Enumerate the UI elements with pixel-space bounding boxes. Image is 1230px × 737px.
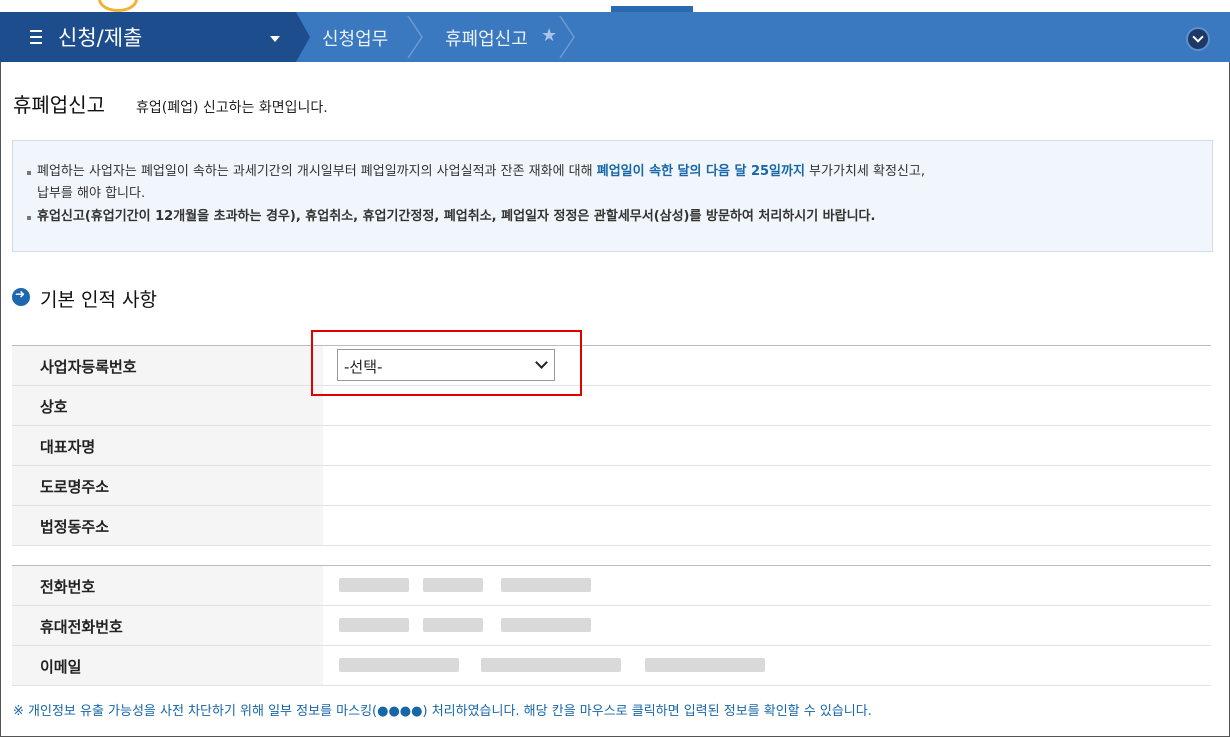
notice-text: 폐업하는 사업자는 폐업일이 속하는 과세기간의 개시일부터 폐업일까지의 사업…	[37, 164, 597, 179]
breadcrumb-apply-work[interactable]: 신청업무	[322, 25, 388, 51]
section-title: 기본 인적 사항	[40, 289, 157, 311]
label-cell: 상호	[12, 386, 323, 425]
notice-line-3: 휴업신고(휴업기간이 12개월을 초과하는 경우), 휴업취소, 휴업기간정정,…	[37, 209, 876, 224]
masked-value	[339, 578, 409, 592]
notice-text: 부가가치세 확정신고,	[804, 164, 925, 179]
table-row: 휴대전화번호	[12, 606, 1211, 646]
value-cell	[323, 506, 1211, 545]
masked-value	[423, 578, 483, 592]
table-row: 전화번호	[12, 566, 1211, 606]
masked-value	[501, 618, 591, 632]
masked-value	[423, 618, 483, 632]
nav-arrow	[296, 12, 310, 62]
masked-value	[339, 618, 409, 632]
label-cell: 대표자명	[12, 426, 323, 465]
page-description: 휴업(폐업) 신고하는 화면입니다.	[136, 100, 328, 116]
company-name-label: 상호	[40, 398, 68, 416]
email-value[interactable]	[323, 646, 1211, 685]
page-title: 휴폐업신고	[13, 93, 105, 117]
caret-down-icon[interactable]	[270, 36, 280, 42]
mobile-label: 휴대전화번호	[40, 618, 123, 636]
contact-info-table: 전화번호 휴대전화번호 이메일	[12, 565, 1211, 686]
phone-value[interactable]	[323, 566, 1211, 605]
masked-value	[645, 658, 765, 672]
masking-footnote: ※ 개인정보 유출 가능성을 사전 차단하기 위해 일부 정보를 마스킹(●●●…	[13, 704, 872, 719]
road-address-label: 도로명주소	[40, 478, 110, 496]
label-cell: 법정동주소	[12, 506, 323, 545]
label-cell: 사업자등록번호	[12, 346, 323, 385]
notice-box: 폐업하는 사업자는 폐업일이 속하는 과세기간의 개시일부터 폐업일까지의 사업…	[12, 140, 1213, 252]
basic-info-table: 사업자등록번호 상호 대표자명 도로명주소 법정동주소	[12, 345, 1211, 546]
navigation-bar: 신청/제출 신청업무 휴폐업신고 ★	[0, 12, 1230, 62]
label-cell: 이메일	[12, 646, 323, 685]
bullet-icon	[27, 171, 31, 175]
email-label: 이메일	[40, 658, 82, 676]
notice-line-2: 납부를 해야 합니다.	[37, 186, 146, 201]
breadcrumb-separator-icon	[407, 16, 423, 58]
notice-line-1: 폐업하는 사업자는 폐업일이 속하는 과세기간의 개시일부터 폐업일까지의 사업…	[37, 161, 925, 183]
legal-address-label: 법정동주소	[40, 518, 110, 536]
logo-icon	[98, 0, 138, 12]
table-row: 상호	[12, 386, 1211, 426]
table-row: 도로명주소	[12, 466, 1211, 506]
value-cell	[323, 466, 1211, 505]
masked-value	[501, 578, 591, 592]
collapse-icon[interactable]	[1188, 29, 1208, 49]
label-cell: 도로명주소	[12, 466, 323, 505]
top-strip	[0, 0, 1230, 12]
value-cell	[323, 426, 1211, 465]
menu-dropdown[interactable]: 신청/제출	[0, 12, 310, 62]
business-number-label: 사업자등록번호	[40, 358, 137, 376]
table-row: 이메일	[12, 646, 1211, 686]
label-cell: 휴대전화번호	[12, 606, 323, 645]
nav-title: 신청/제출	[58, 26, 143, 50]
arrow-circle-icon	[12, 287, 30, 306]
breadcrumb-separator-icon	[559, 16, 575, 58]
bullet-icon	[27, 216, 31, 220]
phone-label: 전화번호	[40, 578, 96, 596]
label-cell: 전화번호	[12, 566, 323, 605]
masked-value	[481, 658, 621, 672]
favorite-star-icon[interactable]: ★	[541, 25, 557, 46]
table-row: 법정동주소	[12, 506, 1211, 546]
representative-label: 대표자명	[40, 438, 96, 456]
breadcrumb-closure-report[interactable]: 휴폐업신고	[445, 25, 528, 51]
table-row: 대표자명	[12, 426, 1211, 466]
mobile-value[interactable]	[323, 606, 1211, 645]
notice-highlight: 폐업일이 속한 달의 다음 달 25일까지	[596, 164, 805, 179]
hamburger-icon[interactable]	[30, 30, 42, 44]
highlight-annotation	[311, 330, 582, 396]
table-row: 사업자등록번호	[12, 346, 1211, 386]
masked-value	[339, 658, 459, 672]
